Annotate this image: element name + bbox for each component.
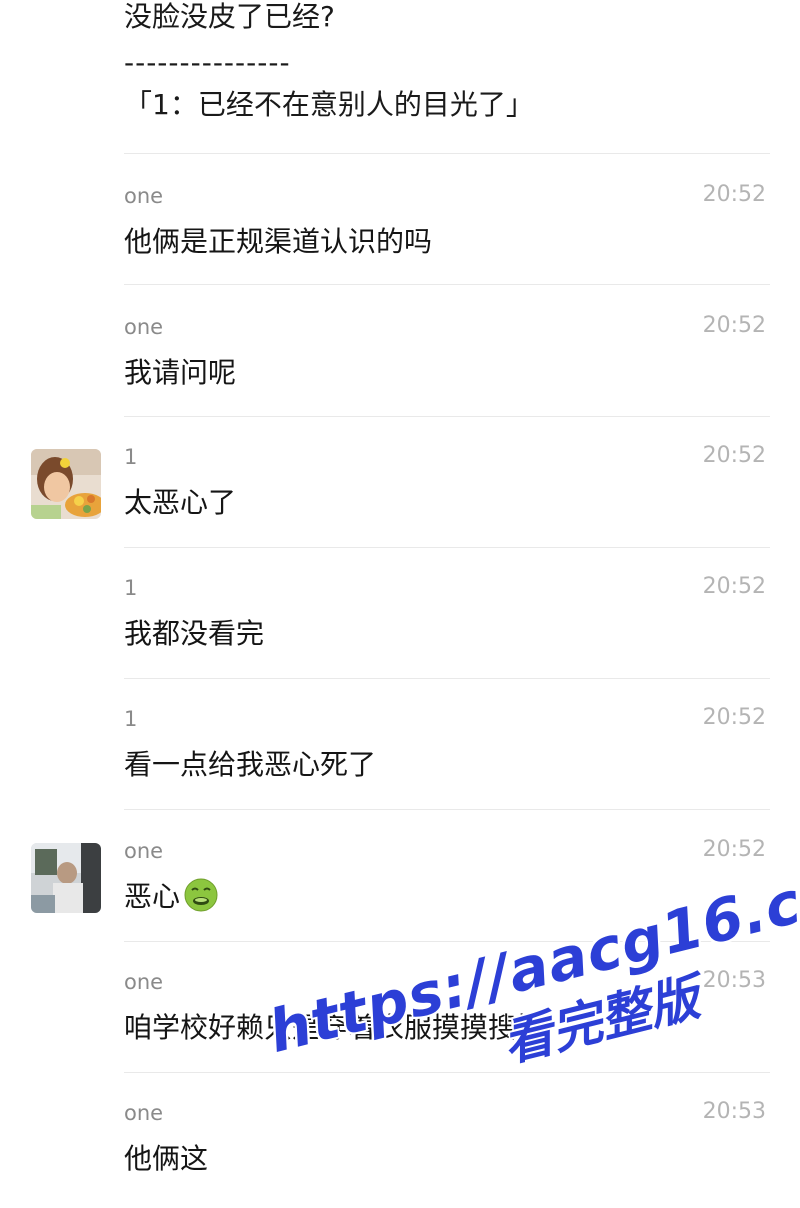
continuation-line-3: 「1：已经不在意别人的目光了」 xyxy=(124,88,534,121)
divider xyxy=(124,547,770,548)
nauseated-face-icon xyxy=(184,878,218,912)
divider xyxy=(124,809,770,810)
message-time: 20:52 xyxy=(702,313,766,338)
avatar[interactable] xyxy=(31,843,101,913)
message-text: 我请问呢 xyxy=(124,356,237,389)
divider xyxy=(124,416,770,417)
message-text: 太恶心了 xyxy=(124,486,237,519)
message-time: 20:52 xyxy=(702,443,766,468)
message-text: 恶心 xyxy=(124,880,181,913)
message-text: 他俩这 xyxy=(124,1142,209,1175)
sender-name: one xyxy=(124,315,164,339)
divider xyxy=(124,284,770,285)
message-text-row: 恶心 xyxy=(124,875,218,915)
divider xyxy=(124,153,770,154)
message-text: 他俩是正规渠道认识的吗 xyxy=(124,225,433,258)
message-item[interactable]: 1 20:52 我都没看完 xyxy=(0,552,800,683)
message-item[interactable]: one 20:52 他俩是正规渠道认识的吗 xyxy=(0,160,800,291)
sender-name: 1 xyxy=(124,707,138,731)
sender-name: one xyxy=(124,1101,164,1125)
message-item[interactable]: one 20:52 我请问呢 xyxy=(0,291,800,422)
message-time: 20:52 xyxy=(702,574,766,599)
avatar[interactable] xyxy=(31,449,101,519)
message-time: 20:52 xyxy=(702,705,766,730)
divider xyxy=(124,678,770,679)
continuation-separator: --------------- xyxy=(124,46,291,79)
sender-name: 1 xyxy=(124,576,138,600)
message-time: 20:52 xyxy=(702,182,766,207)
message-text: 我都没看完 xyxy=(124,617,265,650)
sender-name: one xyxy=(124,839,164,863)
sender-name: 1 xyxy=(124,445,138,469)
message-time: 20:52 xyxy=(702,837,766,862)
message-item[interactable]: 1 20:52 看一点给我恶心死了 xyxy=(0,683,800,814)
message-text: 看一点给我恶心死了 xyxy=(124,748,377,781)
message-time: 20:53 xyxy=(702,1099,766,1124)
continuation-line-1: 没脸没皮了已经? xyxy=(124,0,335,33)
avatar-child-photo-icon xyxy=(31,449,101,519)
sender-name: one xyxy=(124,184,164,208)
avatar-street-photo-icon xyxy=(31,843,101,913)
sender-name: one xyxy=(124,970,164,994)
message-item[interactable]: 1 20:52 太恶心了 xyxy=(0,421,800,552)
